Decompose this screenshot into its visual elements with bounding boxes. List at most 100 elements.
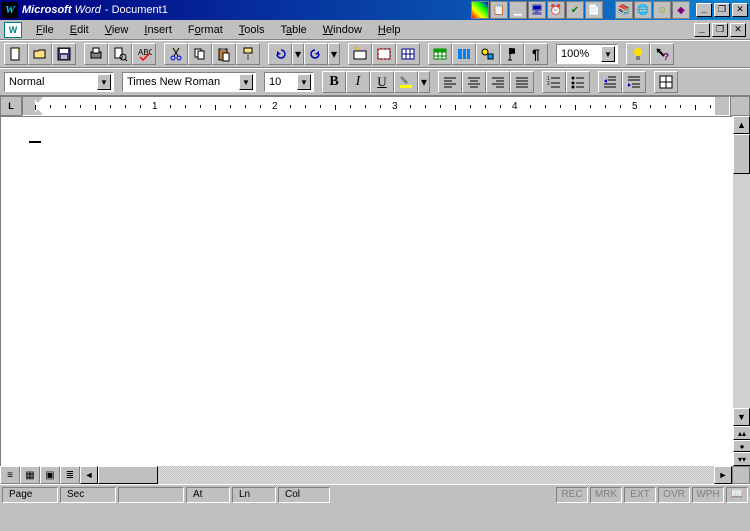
tray-icon-6[interactable]: ✔	[566, 1, 584, 19]
paragraph-mark-button[interactable]: ¶	[524, 43, 548, 65]
tip-wizard-button[interactable]	[626, 43, 650, 65]
numbered-list-button[interactable]: 12	[542, 71, 566, 93]
minimize-button[interactable]: _	[696, 3, 712, 17]
tray-icon-11[interactable]: ☺	[653, 1, 671, 19]
justify-button[interactable]	[510, 71, 534, 93]
tray-icon-9[interactable]: 📚	[615, 1, 633, 19]
first-line-indent[interactable]	[33, 97, 43, 103]
redo-dropdown[interactable]: ▾	[328, 43, 340, 65]
hscroll-thumb[interactable]	[98, 466, 158, 484]
paste-button[interactable]	[212, 43, 236, 65]
style-input[interactable]	[9, 76, 97, 88]
highlight-dropdown[interactable]: ▾	[418, 71, 430, 93]
outline-view-button[interactable]: ≣	[60, 466, 80, 484]
horizontal-ruler[interactable]: 12345	[22, 96, 730, 116]
tray-icon-7[interactable]: 📄	[585, 1, 603, 19]
menu-help[interactable]: Help	[370, 22, 409, 38]
document-page[interactable]	[0, 116, 732, 466]
next-page-button[interactable]: ▾▾	[733, 452, 750, 466]
cut-button[interactable]	[164, 43, 188, 65]
menu-tools[interactable]: Tools	[231, 22, 273, 38]
status-book-icon[interactable]: 📖	[726, 487, 748, 503]
status-wph[interactable]: WPH	[692, 487, 724, 503]
menu-window[interactable]: Window	[315, 22, 370, 38]
autoformat-button[interactable]	[348, 43, 372, 65]
close-button[interactable]: ✕	[732, 3, 748, 17]
print-preview-button[interactable]	[108, 43, 132, 65]
decrease-indent-button[interactable]	[598, 71, 622, 93]
align-left-button[interactable]	[438, 71, 462, 93]
scroll-up-button[interactable]: ▲	[733, 116, 750, 134]
zoom-combo[interactable]: ▼	[556, 44, 618, 64]
status-ext[interactable]: EXT	[624, 487, 656, 503]
align-right-button[interactable]	[486, 71, 510, 93]
scroll-left-button[interactable]: ◄	[80, 466, 98, 484]
undo-dropdown[interactable]: ▾	[292, 43, 304, 65]
status-mrk[interactable]: MRK	[590, 487, 622, 503]
underline-button[interactable]: U	[370, 71, 394, 93]
menu-edit[interactable]: Edit	[62, 22, 97, 38]
tray-icon-5[interactable]: ⏰	[547, 1, 565, 19]
increase-indent-button[interactable]	[622, 71, 646, 93]
font-combo[interactable]: ▼	[122, 72, 256, 92]
vscroll-track[interactable]	[733, 134, 750, 408]
insert-address-button[interactable]	[372, 43, 396, 65]
highlight-button[interactable]	[394, 71, 418, 93]
tray-icon-4[interactable]: 🖥	[528, 1, 546, 19]
doc-close-button[interactable]: ✕	[730, 23, 746, 37]
tab-selector[interactable]: L	[0, 96, 22, 116]
drawing-button[interactable]	[476, 43, 500, 65]
size-input[interactable]	[269, 76, 297, 88]
print-button[interactable]	[84, 43, 108, 65]
horizontal-scrollbar[interactable]: ◄ ►	[80, 466, 732, 484]
undo-button[interactable]	[268, 43, 292, 65]
bold-button[interactable]: B	[322, 71, 346, 93]
prev-page-button[interactable]: ▴▴	[733, 426, 750, 440]
tray-icon-3[interactable]: ▁	[509, 1, 527, 19]
menu-file[interactable]: File	[28, 22, 62, 38]
align-center-button[interactable]	[462, 71, 486, 93]
scroll-right-button[interactable]: ►	[714, 466, 732, 484]
layout-view-button[interactable]: ▦	[20, 466, 40, 484]
size-combo[interactable]: ▼	[264, 72, 314, 92]
doc-minimize-button[interactable]: _	[694, 23, 710, 37]
normal-view-button[interactable]: ≡	[0, 466, 20, 484]
font-input[interactable]	[127, 76, 239, 88]
zoom-dropdown[interactable]: ▼	[601, 46, 615, 62]
status-rec[interactable]: REC	[556, 487, 588, 503]
tray-icon-1[interactable]	[471, 1, 489, 19]
vertical-scrollbar[interactable]: ▲ ▼ ▴▴ ● ▾▾	[732, 116, 750, 466]
redo-button[interactable]	[304, 43, 328, 65]
style-combo[interactable]: ▼	[4, 72, 114, 92]
italic-button[interactable]: I	[346, 71, 370, 93]
insert-table-button[interactable]	[396, 43, 420, 65]
menu-view[interactable]: View	[97, 22, 137, 38]
open-button[interactable]	[28, 43, 52, 65]
tray-icon-12[interactable]: ◆	[672, 1, 690, 19]
tray-icon-2[interactable]: 📋	[490, 1, 508, 19]
copy-button[interactable]	[188, 43, 212, 65]
columns-button[interactable]	[452, 43, 476, 65]
maximize-button[interactable]: ❐	[714, 3, 730, 17]
scroll-down-button[interactable]: ▼	[733, 408, 750, 426]
size-dropdown[interactable]: ▼	[297, 74, 311, 90]
bulleted-list-button[interactable]	[566, 71, 590, 93]
menu-insert[interactable]: Insert	[136, 22, 180, 38]
hscroll-track[interactable]	[98, 466, 714, 484]
hanging-indent[interactable]	[33, 109, 43, 115]
borders-button[interactable]	[654, 71, 678, 93]
menu-format[interactable]: Format	[180, 22, 231, 38]
tray-icon-10[interactable]: 🌐	[634, 1, 652, 19]
show-hide-button[interactable]	[500, 43, 524, 65]
document-icon[interactable]: W	[4, 22, 22, 38]
status-ovr[interactable]: OVR	[658, 487, 690, 503]
new-button[interactable]	[4, 43, 28, 65]
insert-worksheet-button[interactable]	[428, 43, 452, 65]
menu-table[interactable]: Table	[272, 22, 314, 38]
doc-maximize-button[interactable]: ❐	[712, 23, 728, 37]
save-button[interactable]	[52, 43, 76, 65]
tray-icon-8[interactable]	[604, 1, 614, 19]
format-painter-button[interactable]	[236, 43, 260, 65]
style-dropdown[interactable]: ▼	[97, 74, 111, 90]
page-view-button[interactable]: ▣	[40, 466, 60, 484]
